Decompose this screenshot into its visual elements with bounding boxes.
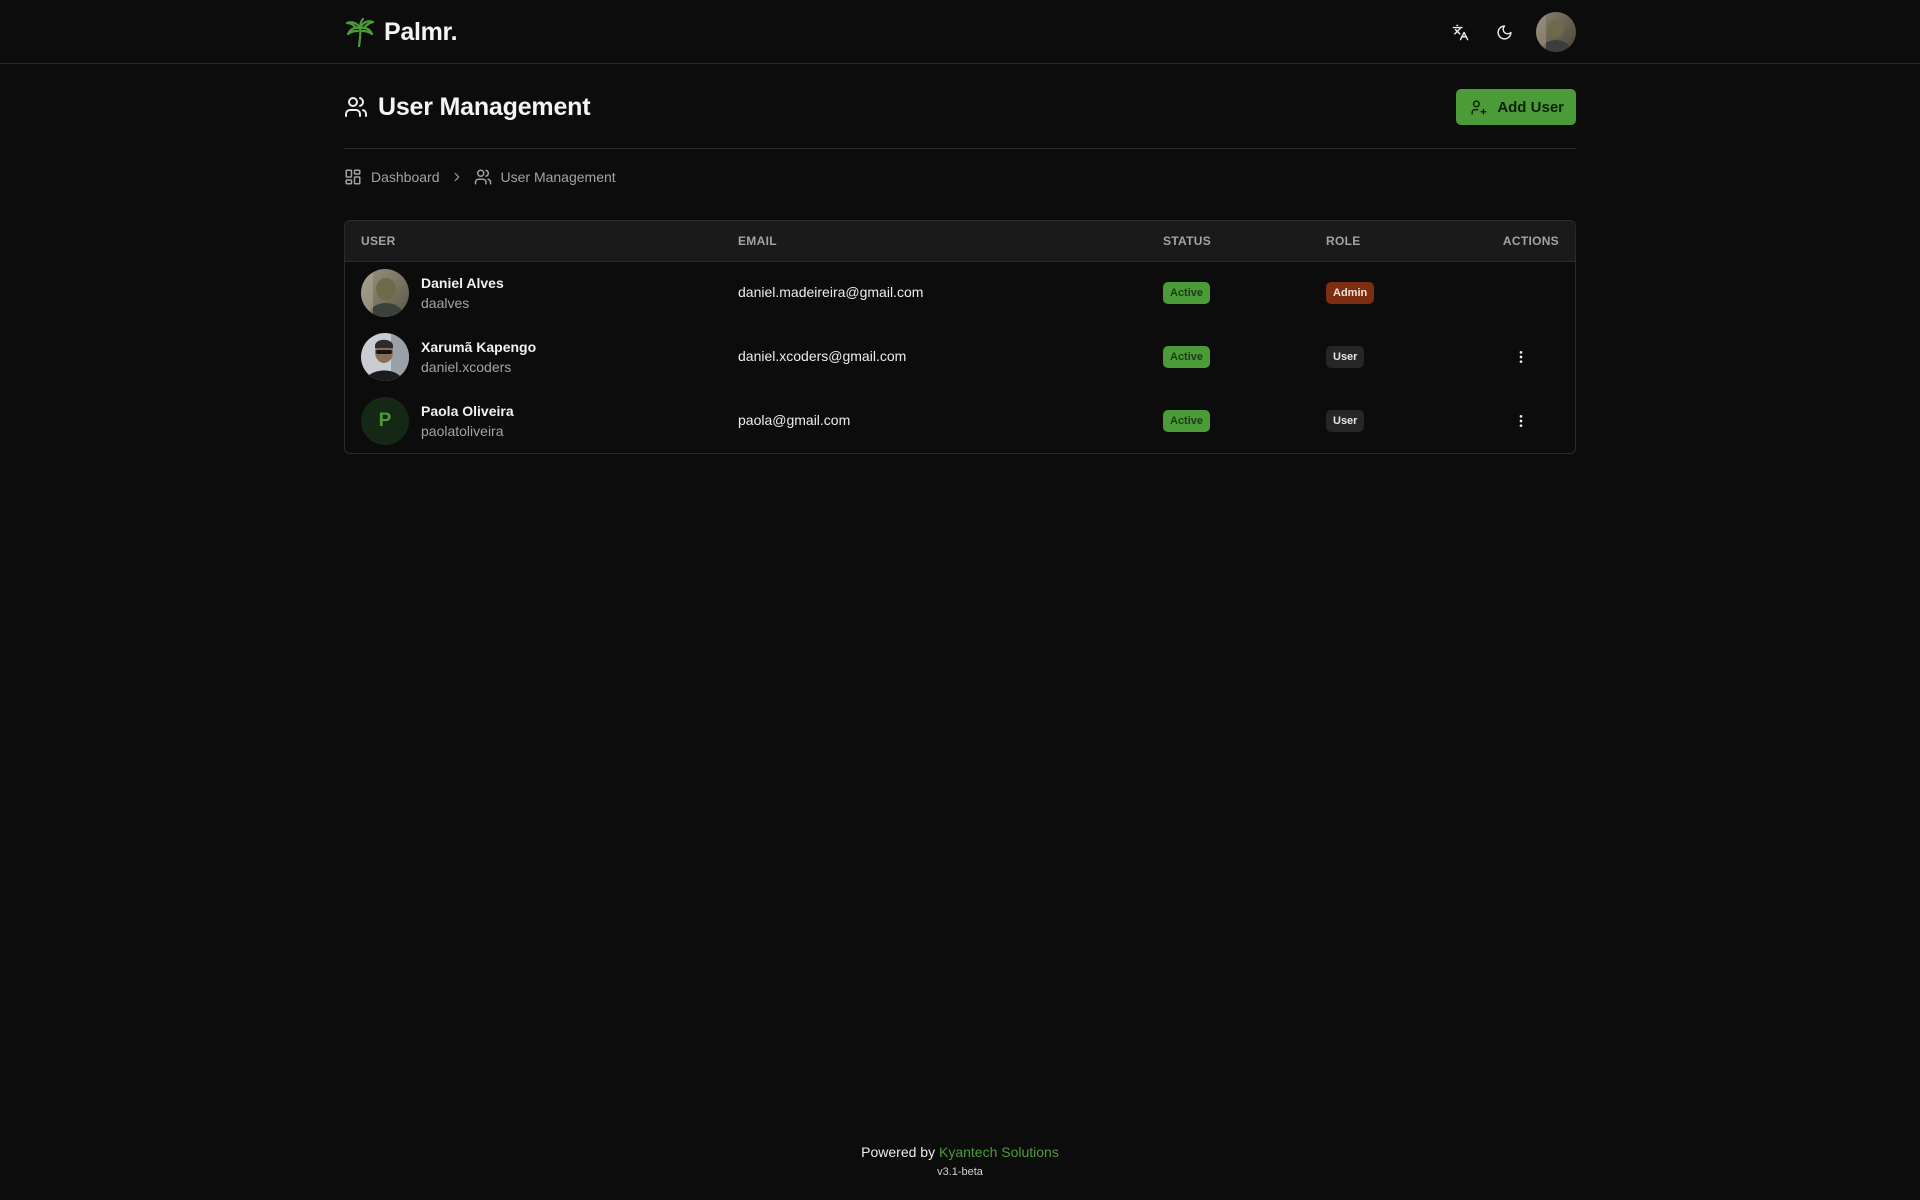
- table-row: Xarumã Kapengo daniel.xcoders daniel.xco…: [345, 325, 1575, 389]
- role-badge: User: [1326, 346, 1365, 368]
- moon-icon: [1496, 24, 1512, 40]
- avatar: [361, 269, 409, 318]
- user-email: daniel.madeireira@gmail.com: [738, 284, 924, 301]
- role-cell: Admin: [1326, 261, 1446, 325]
- profile-avatar-image: [1536, 12, 1576, 52]
- breadcrumb-current: User Management: [474, 168, 616, 186]
- user-email: daniel.xcoders@gmail.com: [738, 348, 907, 364]
- powered-by-text: Powered by: [861, 1144, 936, 1160]
- users-icon: [474, 169, 491, 185]
- status-cell: Active: [1163, 261, 1326, 325]
- breadcrumb-dashboard[interactable]: Dashboard: [344, 168, 440, 186]
- email-cell: paola@gmail.com: [738, 389, 1163, 453]
- table-row: P Paola Oliveira paolatoliveira paola@gm…: [345, 389, 1575, 453]
- more-vertical-icon: [1519, 351, 1523, 363]
- layout-dashboard-icon: [345, 169, 361, 185]
- user-cell: P Paola Oliveira paolatoliveira: [345, 389, 738, 453]
- row-actions-menu-button[interactable]: [1509, 409, 1533, 433]
- column-header-role: ROLE: [1326, 233, 1361, 248]
- profile-avatar-button[interactable]: [1536, 12, 1576, 52]
- breadcrumb: Dashboard User Management: [344, 149, 1576, 205]
- breadcrumb-current-label: User Management: [500, 169, 616, 185]
- user-plus-icon: [1471, 99, 1487, 115]
- table-header-row: USER EMAIL STATUS ROLE ACTIONS: [345, 221, 1575, 261]
- title-wrap: User Management: [344, 92, 591, 122]
- status-cell: Active: [1163, 325, 1326, 389]
- status-cell: Active: [1163, 389, 1326, 453]
- column-header-status: STATUS: [1163, 233, 1212, 248]
- column-header-email: EMAIL: [738, 233, 777, 248]
- table-row: Daniel Alves daalves daniel.madeireira@g…: [345, 261, 1575, 325]
- add-user-button[interactable]: Add User: [1456, 89, 1576, 125]
- role-cell: User: [1326, 389, 1446, 453]
- user-cell: Daniel Alves daalves: [345, 261, 738, 325]
- actions-cell: [1446, 389, 1575, 453]
- powered-by-line: Powered by Kyantech Solutions: [0, 1144, 1920, 1160]
- page-header: User Management Add User: [344, 64, 1576, 149]
- page-title: User Management: [378, 92, 591, 121]
- actions-cell: [1446, 261, 1575, 325]
- users-table-card: USER EMAIL STATUS ROLE ACTIONS Daniel Al…: [344, 220, 1576, 454]
- users-icon: [345, 97, 367, 117]
- navbar-inner: Palmr.: [344, 0, 1576, 64]
- user-name: Paola Oliveira: [421, 402, 514, 419]
- app-version: v3.1-beta: [937, 1166, 983, 1178]
- role-badge: Admin: [1326, 282, 1375, 305]
- users-table: USER EMAIL STATUS ROLE ACTIONS Daniel Al…: [345, 221, 1575, 453]
- user-cell: Xarumã Kapengo daniel.xcoders: [345, 325, 738, 389]
- more-vertical-icon: [1519, 415, 1523, 427]
- avatar: [361, 333, 409, 381]
- theme-toggle-button[interactable]: [1486, 14, 1522, 50]
- company-link[interactable]: Kyantech Solutions: [939, 1144, 1059, 1160]
- breadcrumb-dashboard-label: Dashboard: [371, 169, 440, 185]
- avatar-initial: P: [361, 397, 409, 445]
- email-cell: daniel.madeireira@gmail.com: [738, 261, 1163, 325]
- row-actions-menu-button[interactable]: [1509, 345, 1533, 369]
- column-header-actions: ACTIONS: [1502, 233, 1559, 248]
- user-name: Xarumã Kapengo: [421, 338, 537, 355]
- navbar-actions: [1442, 12, 1576, 52]
- add-user-label: Add User: [1497, 98, 1564, 116]
- email-cell: daniel.xcoders@gmail.com: [738, 325, 1163, 389]
- status-badge: Active: [1163, 282, 1211, 305]
- translate-icon: [1452, 24, 1468, 40]
- language-button[interactable]: [1442, 14, 1478, 50]
- status-badge: Active: [1163, 410, 1211, 432]
- user-username: paolatoliveira: [421, 422, 504, 439]
- brand-home-link[interactable]: Palmr.: [344, 16, 458, 48]
- brand-name: Palmr.: [384, 17, 458, 46]
- status-badge: Active: [1163, 346, 1211, 368]
- role-badge: User: [1326, 410, 1365, 432]
- chevron-right-icon: [450, 170, 464, 184]
- user-username: daniel.xcoders: [421, 358, 512, 375]
- column-header-user: USER: [361, 233, 396, 248]
- user-username: daalves: [421, 294, 470, 311]
- user-name: Daniel Alves: [421, 274, 504, 291]
- footer: Powered by Kyantech Solutions v3.1-beta: [0, 1144, 1920, 1178]
- user-email: paola@gmail.com: [738, 412, 851, 428]
- palm-logo-icon: [345, 17, 375, 48]
- main-content: User Management Add User Dashboard User …: [344, 64, 1576, 454]
- role-cell: User: [1326, 325, 1446, 389]
- top-navbar: Palmr.: [0, 0, 1920, 64]
- actions-cell: [1446, 325, 1575, 389]
